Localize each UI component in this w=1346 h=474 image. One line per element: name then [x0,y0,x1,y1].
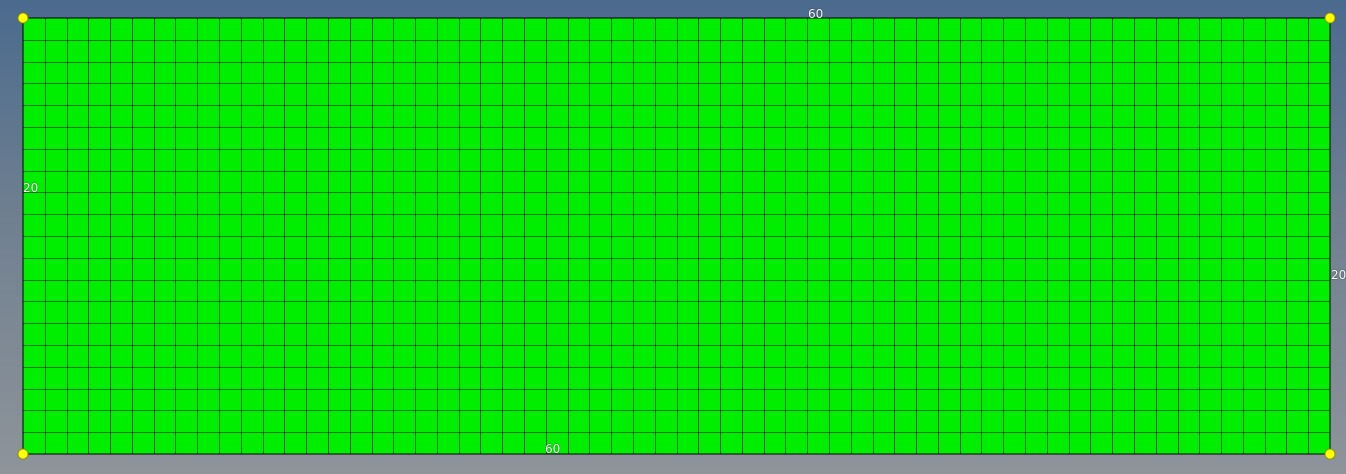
graphics-viewport[interactable]: 60 60 20 20 [0,0,1346,474]
corner-node-bottom-right[interactable] [1324,448,1336,460]
mesh-canvas[interactable] [0,0,1346,474]
corner-node-bottom-left[interactable] [17,448,29,460]
edge-label-bottom: 60 [545,442,561,456]
edge-label-left: 20 [23,181,39,195]
edge-label-right: 20 [1331,268,1346,282]
corner-node-top-left[interactable] [17,12,29,24]
edge-label-top: 60 [808,7,824,21]
corner-node-top-right[interactable] [1324,12,1336,24]
